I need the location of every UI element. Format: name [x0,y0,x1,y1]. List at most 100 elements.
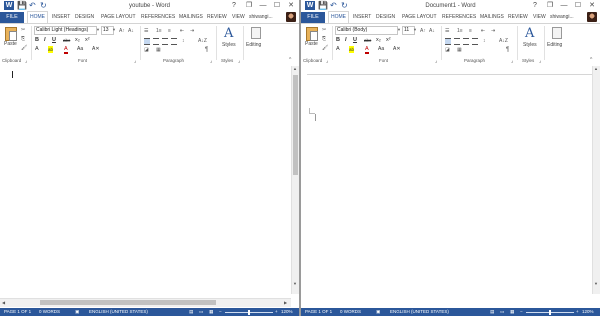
increase-indent-icon[interactable]: ⇥ [190,28,194,34]
tab-references[interactable]: REFERENCES [442,12,476,23]
tab-page-layout[interactable]: PAGE LAYOUT [402,12,437,23]
borders-icon[interactable]: ▦ [156,47,161,53]
strikethrough-icon[interactable]: abc [63,37,70,44]
user-name[interactable]: shiwangi... [550,12,574,23]
paragraph-launcher-icon[interactable]: ⌟ [511,58,513,64]
align-center-icon[interactable] [454,38,460,45]
grow-font-icon[interactable]: A↑ [119,28,125,34]
tab-home[interactable]: HOME [328,11,349,23]
scroll-up-icon[interactable]: ▲ [293,66,297,72]
bullets-icon[interactable]: ☰ [144,28,148,34]
underline-icon[interactable]: U [353,37,357,44]
paragraph-launcher-icon[interactable]: ⌟ [210,58,212,64]
paste-icon[interactable] [306,27,318,41]
collapse-ribbon-icon[interactable]: ^ [590,57,592,64]
tab-view[interactable]: VIEW [533,12,546,23]
ribbon-display-options-button[interactable]: ❐ [244,0,254,11]
scroll-right-icon[interactable]: ▶ [284,300,287,306]
copy-icon[interactable]: ⎘ [322,36,326,42]
help-button[interactable]: ? [229,0,239,11]
zoom-slider-thumb[interactable] [248,310,250,315]
text-effects-icon[interactable]: A [336,46,340,53]
tab-page-layout[interactable]: PAGE LAYOUT [101,12,136,23]
subscript-icon[interactable]: x₂ [75,37,80,44]
word-count[interactable]: 0 WORDS [39,308,60,316]
minimize-button[interactable]: — [559,0,569,11]
page-count[interactable]: PAGE 1 OF 1 [4,308,31,316]
tab-design[interactable]: DESIGN [75,12,94,23]
cut-icon[interactable]: ✂ [322,27,326,33]
highlight-icon[interactable]: ab [349,46,355,53]
close-button[interactable]: ✕ [587,0,597,11]
styles-icon[interactable]: A [224,27,233,41]
read-mode-icon[interactable]: ▤ [189,308,193,316]
scroll-down-icon[interactable]: ▼ [293,281,297,287]
shrink-font-icon[interactable]: A↓ [429,28,435,34]
tab-home[interactable]: HOME [27,11,48,23]
maximize-button[interactable]: ☐ [272,0,282,11]
ribbon-display-options-button[interactable]: ❐ [545,0,555,11]
web-layout-icon[interactable]: ▦ [510,308,514,316]
proofing-icon[interactable]: ▣ [75,308,79,316]
zoom-out-icon[interactable]: − [520,308,523,316]
maximize-button[interactable]: ☐ [573,0,583,11]
bullets-icon[interactable]: ☰ [445,28,449,34]
font-color-icon[interactable]: A [365,46,369,54]
user-name[interactable]: shiwangi... [249,12,273,23]
shading-icon[interactable]: ◪ [445,47,450,53]
text-effects-icon[interactable]: A [35,46,39,53]
tab-file[interactable]: FILE [0,12,24,23]
document-area[interactable]: ▲ ▼ ◀ ▶ [0,66,299,316]
zoom-out-icon[interactable]: − [219,308,222,316]
zoom-in-icon[interactable]: + [275,308,278,316]
cut-icon[interactable]: ✂ [21,27,25,33]
superscript-icon[interactable]: x² [85,37,90,44]
proofing-icon[interactable]: ▣ [376,308,380,316]
shrink-font-icon[interactable]: A↓ [128,28,134,34]
styles-launcher-icon[interactable]: ⌟ [238,58,240,64]
vertical-scroll-thumb[interactable] [293,75,298,175]
editing-icon[interactable] [552,27,562,39]
tab-mailings[interactable]: MAILINGS [179,12,203,23]
zoom-level[interactable]: 120% [281,308,293,316]
multilevel-list-icon[interactable]: ≡ [168,28,171,34]
help-button[interactable]: ? [530,0,540,11]
zoom-level[interactable]: 120% [582,308,594,316]
decrease-indent-icon[interactable]: ⇤ [180,28,184,34]
styles-button-label[interactable]: Styles [523,42,537,49]
scroll-left-icon[interactable]: ◀ [2,300,5,306]
horizontal-scrollbar[interactable]: ◀ ▶ [0,298,291,307]
user-avatar[interactable] [286,12,296,22]
tab-mailings[interactable]: MAILINGS [480,12,504,23]
editing-icon[interactable] [251,27,261,39]
clipboard-launcher-icon[interactable]: ⌟ [25,58,27,64]
minimize-button[interactable]: — [258,0,268,11]
word-count[interactable]: 0 WORDS [340,308,361,316]
line-spacing-icon[interactable]: ↕ [483,38,486,44]
increase-indent-icon[interactable]: ⇥ [491,28,495,34]
tab-review[interactable]: REVIEW [207,12,227,23]
show-formatting-icon[interactable]: ¶ [506,47,509,53]
strikethrough-icon[interactable]: abc [364,37,371,44]
clear-formatting-icon[interactable]: A✕ [393,46,401,53]
language[interactable]: ENGLISH (UNITED STATES) [89,308,148,316]
justify-icon[interactable] [472,38,478,45]
paste-button-label[interactable]: Paste [305,41,318,48]
subscript-icon[interactable]: x₂ [376,37,381,44]
bold-icon[interactable]: B [35,37,39,44]
tab-references[interactable]: REFERENCES [141,12,175,23]
align-right-icon[interactable] [162,38,168,45]
clear-formatting-icon[interactable]: A✕ [92,46,100,53]
copy-icon[interactable]: ⎘ [21,36,25,42]
font-size-dropdown-icon[interactable]: ▼ [413,26,417,34]
document-area[interactable]: ▲ ▼ [301,66,600,316]
print-layout-icon[interactable]: ▭ [500,308,504,316]
language[interactable]: ENGLISH (UNITED STATES) [390,308,449,316]
numbering-icon[interactable]: 1≡ [457,28,463,34]
tab-insert[interactable]: INSERT [353,12,371,23]
styles-button-label[interactable]: Styles [222,42,236,49]
font-name-dropdown-icon[interactable]: ▼ [96,26,100,34]
tab-insert[interactable]: INSERT [52,12,70,23]
bold-icon[interactable]: B [336,37,340,44]
font-color-icon[interactable]: A [64,46,68,54]
